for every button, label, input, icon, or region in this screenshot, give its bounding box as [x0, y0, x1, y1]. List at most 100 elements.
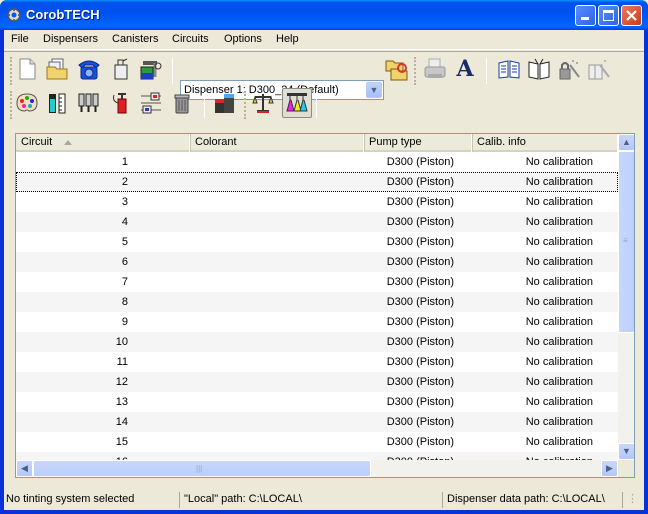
column-header-label: Circuit	[21, 136, 53, 148]
circuit-icon	[141, 92, 161, 114]
telephone-icon	[78, 60, 100, 80]
column-header-calib-info[interactable]: Calib. info	[472, 134, 618, 152]
new-button[interactable]	[14, 56, 40, 82]
window-title: CorobTECH	[26, 7, 100, 22]
cell-calib-info: No calibration	[525, 416, 593, 428]
table-row[interactable]: 13 D300 (Piston) No calibration	[16, 392, 618, 412]
manual-button[interactable]	[496, 56, 522, 82]
title-bar[interactable]: CorobTECH	[0, 0, 648, 30]
dispenser-select-dropdown[interactable]: ▼	[366, 82, 382, 98]
cans-button[interactable]	[212, 90, 238, 116]
vertical-scrollbar[interactable]: ▲ ≡ ▼	[618, 134, 634, 460]
book-icon	[498, 60, 520, 79]
chevron-left-icon: ◀	[21, 463, 28, 473]
binder-wand-button[interactable]	[586, 56, 612, 82]
scroll-up-button[interactable]: ▲	[618, 134, 634, 151]
test-tube-icon	[49, 93, 66, 114]
maximize-button[interactable]	[598, 5, 619, 26]
horizontal-scroll-thumb[interactable]: |||	[33, 460, 371, 477]
lock-wand-button[interactable]	[556, 56, 582, 82]
menu-options[interactable]: Options	[224, 33, 262, 45]
scroll-left-button[interactable]: ◀	[16, 460, 33, 477]
delete-button[interactable]	[170, 90, 196, 116]
cell-pump-type: D300 (Piston)	[386, 156, 454, 168]
column-header-colorant[interactable]: Colorant	[190, 134, 364, 152]
communication-button[interactable]	[76, 56, 102, 82]
dispenser-config-button[interactable]	[138, 56, 164, 82]
cell-calib-info: No calibration	[525, 436, 593, 448]
resize-grip-icon[interactable]: ⋮	[622, 492, 642, 508]
table-row[interactable]: 9 D300 (Piston) No calibration	[16, 312, 618, 332]
open-button[interactable]	[44, 56, 70, 82]
font-button[interactable]: A	[452, 56, 478, 82]
toolbar-grip[interactable]	[244, 91, 247, 119]
scale-icon	[252, 94, 274, 113]
table-row[interactable]: 12 D300 (Piston) No calibration	[16, 372, 618, 392]
thumb-grip-icon: ≡	[623, 236, 628, 245]
table-row[interactable]: 11 D300 (Piston) No calibration	[16, 352, 618, 372]
lock-wand-icon	[559, 60, 580, 80]
canister-levels-button[interactable]	[44, 90, 70, 116]
toolbar-grip[interactable]	[414, 57, 417, 85]
column-header-circuit[interactable]: Circuit	[16, 134, 190, 152]
table-row[interactable]: 7 D300 (Piston) No calibration	[16, 272, 618, 292]
minimize-button[interactable]	[575, 5, 596, 26]
column-header-label: Pump type	[369, 136, 422, 148]
column-header-pump-type[interactable]: Pump type	[364, 134, 472, 152]
toolbar-grip[interactable]	[10, 91, 13, 119]
table-row[interactable]: 1 D300 (Piston) No calibration	[16, 152, 618, 172]
cell-pump-type: D300 (Piston)	[386, 216, 454, 228]
cell-pump-type: D300 (Piston)	[386, 416, 454, 428]
open-folders-icon	[46, 58, 68, 80]
close-button[interactable]	[621, 5, 642, 26]
table-row[interactable]: 8 D300 (Piston) No calibration	[16, 292, 618, 312]
cell-circuit: 15	[115, 436, 128, 448]
table-row[interactable]: 4 D300 (Piston) No calibration	[16, 212, 618, 232]
scroll-down-button[interactable]: ▼	[618, 443, 634, 460]
circuit-link-button[interactable]	[138, 90, 164, 116]
toolbar-separator	[172, 58, 173, 84]
font-icon: A	[456, 56, 474, 82]
table-row[interactable]: 3 D300 (Piston) No calibration	[16, 192, 618, 212]
open-book-button[interactable]	[526, 56, 552, 82]
table-row[interactable]: 5 D300 (Piston) No calibration	[16, 232, 618, 252]
colorants-button[interactable]	[14, 90, 40, 116]
table-row[interactable]: 14 D300 (Piston) No calibration	[16, 412, 618, 432]
toolbar: Dispenser 1: D300_24 (Default) ▼ A	[4, 51, 644, 123]
palette-icon	[16, 93, 38, 112]
menu-circuits[interactable]: Circuits	[172, 33, 209, 45]
cell-circuit: 12	[115, 376, 128, 388]
cell-pump-type: D300 (Piston)	[386, 196, 454, 208]
sort-ascending-icon	[64, 140, 72, 145]
pump-button[interactable]	[108, 90, 134, 116]
table-row[interactable]: 6 D300 (Piston) No calibration	[16, 252, 618, 272]
folder-refresh-button[interactable]	[384, 56, 410, 82]
vertical-scroll-thumb[interactable]: ≡	[618, 151, 634, 333]
circuits-table: Circuit Colorant Pump type Calib. info 1…	[15, 133, 635, 478]
scroll-right-button[interactable]: ▶	[601, 460, 618, 477]
toolbar-separator	[316, 92, 317, 118]
canister-tool-icon	[114, 58, 128, 80]
print-button[interactable]	[422, 56, 448, 82]
circuits-button[interactable]	[76, 90, 102, 116]
table-row[interactable]: 2 D300 (Piston) No calibration	[16, 172, 618, 192]
column-header-label: Calib. info	[477, 136, 526, 148]
scale-button[interactable]	[250, 90, 276, 116]
cell-calib-info: No calibration	[525, 356, 593, 368]
canister-tool-button[interactable]	[108, 56, 134, 82]
cell-calib-info: No calibration	[525, 396, 593, 408]
menu-canisters[interactable]: Canisters	[112, 33, 158, 45]
menu-file[interactable]: File	[11, 33, 29, 45]
status-local-path: "Local" path: C:\LOCAL\	[179, 492, 441, 508]
tinting-system-button[interactable]	[282, 88, 312, 118]
toolbar-grip[interactable]	[10, 57, 13, 85]
horizontal-scrollbar[interactable]: ◀ ||| ▶	[16, 460, 618, 477]
cell-pump-type: D300 (Piston)	[386, 276, 454, 288]
chevron-down-icon: ▼	[622, 446, 631, 456]
menu-dispensers[interactable]: Dispensers	[43, 33, 98, 45]
menu-help[interactable]: Help	[276, 33, 299, 45]
new-document-icon	[19, 58, 36, 80]
table-row[interactable]: 15 D300 (Piston) No calibration	[16, 432, 618, 452]
table-row[interactable]: 10 D300 (Piston) No calibration	[16, 332, 618, 352]
trash-can-icon	[174, 94, 190, 114]
